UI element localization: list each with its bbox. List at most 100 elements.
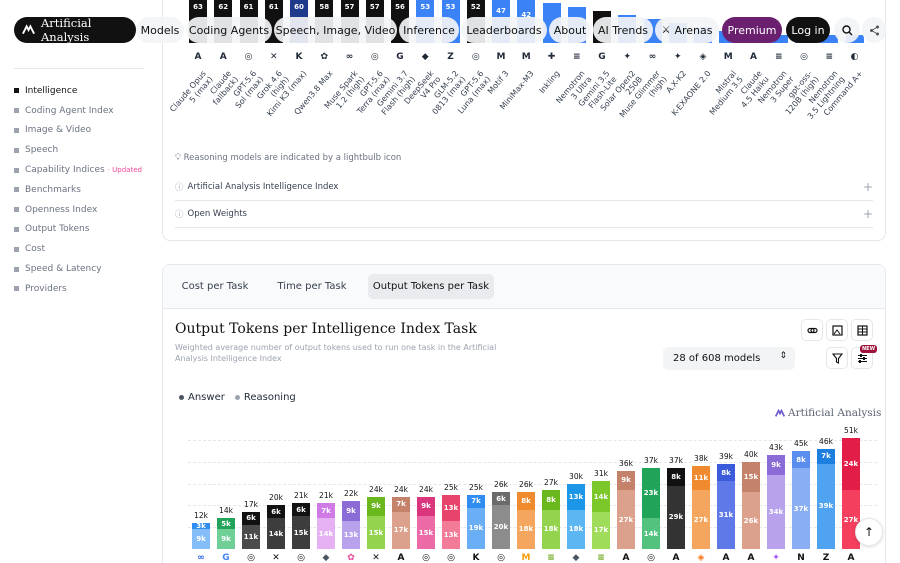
bar-segment-reasoning: 9k: [192, 529, 210, 549]
stacked-bar[interactable]: 6k 14k: [267, 505, 285, 549]
model-selector[interactable]: 28 of 608 models ⇕: [663, 347, 795, 370]
model-provider-icon: M: [723, 52, 733, 62]
model-provider-icon: A: [847, 553, 855, 563]
bar-segment-reasoning: 37k: [792, 468, 810, 549]
scroll-to-top-button[interactable]: ↑: [855, 518, 883, 546]
bar-segment-answer: 13k: [442, 494, 460, 521]
share-button[interactable]: [862, 17, 886, 43]
sidebar-item-cost[interactable]: Cost: [14, 239, 144, 259]
model-provider-icon: ≡: [774, 52, 783, 62]
sidebar-item-image-video[interactable]: Image & Video: [14, 121, 144, 141]
stacked-bar[interactable]: 15k 26k: [742, 461, 760, 549]
nav-ai-trends[interactable]: AI Trends: [593, 17, 653, 43]
legend-item-reasoning[interactable]: Reasoning: [234, 392, 296, 403]
stacked-bar[interactable]: 8k 18k: [517, 492, 535, 549]
nav-models[interactable]: Models: [136, 17, 184, 43]
model-provider-icon: ✕: [272, 553, 280, 563]
stacked-bar[interactable]: 13k 18k: [567, 483, 585, 549]
bar-segment-reasoning: 14k: [317, 518, 335, 549]
bar-segment-answer: 7k: [817, 448, 835, 464]
nav-arenas[interactable]: ⚔ Arenas: [655, 17, 719, 43]
stacked-bar[interactable]: 6k 20k: [492, 492, 510, 549]
bar-segment-reasoning: 14k: [267, 518, 285, 549]
stacked-bar[interactable]: 9k 34k: [767, 455, 785, 549]
stacked-bar[interactable]: 6k 15k: [292, 503, 310, 549]
sidebar-item-label: Providers: [25, 283, 67, 294]
stacked-bar[interactable]: 7k 19k: [467, 494, 485, 550]
bar-segment-answer: 6k: [267, 505, 285, 519]
stacked-bar[interactable]: 23k 14k: [642, 468, 660, 549]
sidebar-item-label: Speed & Latency: [25, 264, 102, 275]
stacked-bar[interactable]: 9k 15k: [367, 496, 385, 549]
stacked-bar[interactable]: 5k 9k: [217, 518, 235, 549]
bar-segment-answer: 15k: [742, 461, 760, 493]
stacked-bar[interactable]: 9k 13k: [342, 501, 360, 549]
intelligence-bar-value: 56: [395, 3, 405, 11]
accordion-intelligence-index[interactable]: ⓘ Artificial Analysis Intelligence Index…: [175, 174, 873, 201]
model-provider-icon: ∞: [197, 553, 205, 563]
stacked-bar[interactable]: 13k 13k: [442, 494, 460, 550]
stacked-bar[interactable]: 9k 27k: [617, 470, 635, 549]
stacked-bar[interactable]: 8k 37k: [792, 450, 810, 549]
stacked-bar[interactable]: 8k 29k: [667, 468, 685, 549]
legend-item-answer[interactable]: Answer: [179, 392, 225, 403]
model-provider-icon: A: [622, 553, 630, 563]
plus-icon: +: [862, 180, 873, 194]
stacked-bar[interactable]: 7k 17k: [392, 496, 410, 549]
nav-about[interactable]: About: [549, 17, 591, 43]
sidebar-item-capability-indices[interactable]: Capability Indices · Updated: [14, 160, 144, 180]
sidebar-item-coding-agent-index[interactable]: Coding Agent Index: [14, 101, 144, 121]
lightbulb-icon: 💡︎: [175, 153, 181, 163]
accordion-open-weights[interactable]: ⓘ Open Weights +: [175, 201, 873, 228]
sidebar-item-openness-index[interactable]: Openness Index: [14, 200, 144, 220]
nav-inference[interactable]: Inference: [399, 17, 459, 43]
login-button[interactable]: Log in: [786, 17, 830, 43]
stacked-bar[interactable]: 7k 14k: [317, 503, 335, 549]
copy-link-button[interactable]: [801, 319, 823, 341]
bullet-icon: [14, 286, 19, 292]
sidebar-item-speed-latency[interactable]: Speed & Latency: [14, 259, 144, 279]
model-provider-icon: ✿: [347, 553, 355, 563]
sidebar-item-benchmarks[interactable]: Benchmarks: [14, 180, 144, 200]
info-icon: ⓘ: [175, 210, 184, 220]
nav-leaderboards[interactable]: Leaderboards: [461, 17, 547, 43]
brand-logo[interactable]: Artificial Analysis: [14, 16, 136, 44]
nav-coding-agents[interactable]: Coding Agents: [186, 17, 272, 43]
premium-button[interactable]: Premium: [722, 17, 782, 43]
bar-segment-reasoning: 20k: [492, 505, 510, 549]
nav-speech-image-video[interactable]: Speech, Image, Video: [274, 17, 397, 43]
filter-button[interactable]: [826, 347, 848, 369]
tab-time-per-task[interactable]: Time per Task: [267, 274, 357, 299]
download-image-button[interactable]: [826, 319, 848, 341]
stacked-bar[interactable]: 11k 27k: [692, 466, 710, 549]
sidebar-item-label: Benchmarks: [25, 184, 81, 195]
model-provider-icon: ✿: [320, 52, 329, 62]
output-tokens-chart: 3k 9k 12k ∞ 5k 9k 14k G 6k 11k 17k ◎ 6k 14k 20k ✕ 6k 15k 2…: [163, 415, 885, 563]
sidebar-item-speech[interactable]: Speech: [14, 140, 144, 160]
bar-segment-reasoning: 18k: [567, 509, 585, 549]
tab-output-tokens-per-task[interactable]: Output Tokens per Task: [368, 274, 494, 299]
model-provider-icon: ≡: [597, 553, 605, 563]
bullet-icon: [14, 127, 19, 133]
search-button[interactable]: [834, 17, 860, 43]
reasoning-note-text: Reasoning models are indicated by a ligh…: [183, 153, 402, 163]
stacked-bar[interactable]: 14k 17k: [592, 481, 610, 549]
stacked-bar[interactable]: 3k 9k: [192, 522, 210, 549]
stacked-bar[interactable]: 8k 18k: [542, 490, 560, 549]
stacked-bar[interactable]: 8k 31k: [717, 463, 735, 549]
model-provider-icon: K: [472, 553, 480, 563]
sidebar-item-intelligence[interactable]: Intelligence: [14, 81, 144, 101]
model-provider-icon: ◆: [322, 553, 330, 563]
stacked-bar[interactable]: 7k 39k: [817, 448, 835, 549]
model-provider-icon: ∞: [648, 52, 657, 62]
stacked-bar[interactable]: 6k 11k: [242, 511, 260, 549]
bar-segment-reasoning: 26k: [742, 492, 760, 549]
tab-cost-per-task[interactable]: Cost per Task: [171, 274, 259, 299]
sidebar-item-output-tokens[interactable]: Output Tokens: [14, 220, 144, 240]
sidebar-item-providers[interactable]: Providers: [14, 279, 144, 299]
model-provider-icon: A: [722, 553, 730, 563]
table-icon: [856, 324, 868, 336]
bullet-icon: [14, 187, 19, 193]
stacked-bar[interactable]: 9k 15k: [417, 496, 435, 549]
table-view-button[interactable]: [851, 319, 873, 341]
